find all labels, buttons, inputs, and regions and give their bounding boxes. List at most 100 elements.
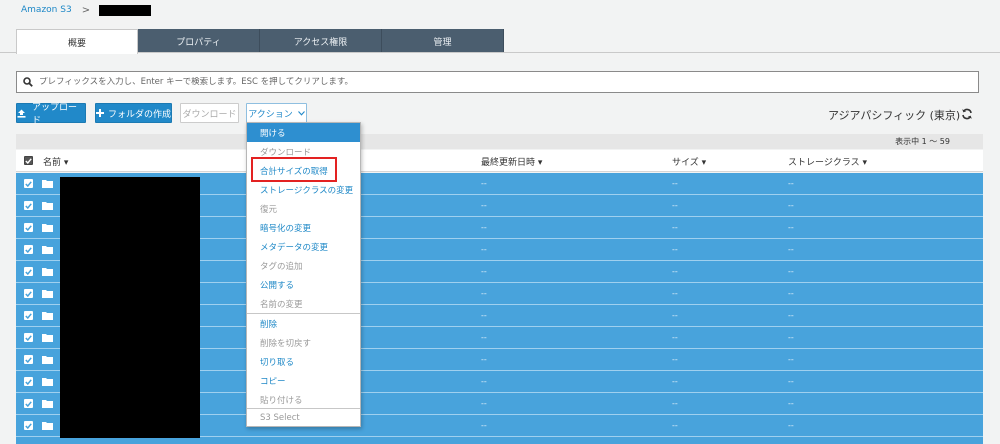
storage-class-cell: -- [788,223,794,232]
storage-class-cell: -- [788,267,794,276]
tab-underline [0,52,1000,53]
last-modified-cell: -- [481,399,487,408]
menu-item-make-public[interactable]: 公開する [247,275,360,294]
last-modified-cell: -- [481,201,487,210]
breadcrumb-bucket-redacted [99,4,152,16]
column-header-storage-class[interactable]: ストレージクラス ▾ [788,155,867,168]
menu-item-add-tags[interactable]: タグの追加 [247,256,360,275]
column-header-name[interactable]: 名前 ▾ [43,155,68,168]
size-cell: -- [672,421,678,430]
size-cell: -- [672,289,678,298]
column-header-size-label: サイズ [672,158,699,168]
last-modified-cell: -- [481,179,487,188]
create-folder-button-label: フォルダの作成 [108,109,172,120]
storage-class-cell: -- [788,245,794,254]
row-checkbox[interactable] [24,289,33,298]
row-checkbox[interactable] [24,421,33,430]
folder-icon [42,201,53,210]
download-button[interactable]: ダウンロード [180,103,239,123]
row-checkbox[interactable] [24,245,33,254]
select-all-checkbox[interactable] [24,156,33,165]
storage-class-cell: -- [788,289,794,298]
sort-caret-icon: ▾ [698,158,707,168]
column-header-name-label: 名前 [43,158,62,168]
size-cell: -- [672,311,678,320]
folder-icon [42,245,53,254]
chevron-down-icon [297,110,305,116]
row-checkbox[interactable] [24,399,33,408]
item-count-bar: 表示中 1 〜 59 [16,134,983,149]
storage-class-cell: -- [788,179,794,188]
storage-class-cell: -- [788,377,794,386]
row-checkbox[interactable] [24,201,33,210]
folder-icon [42,421,53,430]
folder-icon [42,377,53,386]
search-input[interactable] [39,77,939,87]
menu-item-cut[interactable]: 切り取る [247,352,360,371]
plus-icon [96,109,104,117]
row-checkbox[interactable] [24,333,33,342]
last-modified-cell: -- [481,333,487,342]
size-cell: -- [672,245,678,254]
sort-caret-icon: ▾ [859,158,868,168]
menu-item-rename[interactable]: 名前の変更 [247,294,360,313]
breadcrumb-separator: > [81,4,91,16]
last-modified-cell: -- [481,355,487,364]
row-checkbox[interactable] [24,223,33,232]
row-checkbox[interactable] [24,377,33,386]
column-header-last-modified-label: 最終更新日時 [481,158,536,168]
size-cell: -- [672,355,678,364]
menu-item-copy[interactable]: コピー [247,371,360,390]
upload-icon [17,109,26,118]
menu-item-open[interactable]: 開ける [247,123,360,142]
item-count-text: 表示中 1 〜 59 [895,137,950,146]
actions-button[interactable]: アクション [246,103,307,123]
last-modified-cell: -- [481,267,487,276]
upload-button-label: アップロード [32,103,78,126]
menu-item-change-metadata[interactable]: メタデータの変更 [247,237,360,256]
storage-class-cell: -- [788,399,794,408]
actions-button-label: アクション [248,109,293,120]
refresh-icon[interactable] [961,108,973,120]
column-header-size[interactable]: サイズ ▾ [672,155,706,168]
sort-caret-icon: ▾ [535,158,543,168]
redacted-names-block [60,177,200,438]
tab-permissions[interactable]: アクセス権限 [260,29,382,53]
folder-icon [42,267,53,276]
search-box[interactable] [16,71,979,93]
folder-icon [42,333,53,342]
size-cell: -- [672,267,678,276]
menu-item-restore[interactable]: 復元 [247,199,360,218]
last-modified-cell: -- [481,377,487,386]
last-modified-cell: -- [481,223,487,232]
table-header: 名前 ▾ 最終更新日時 ▾ サイズ ▾ ストレージクラス ▾ [16,150,983,172]
menu-item-undo-delete[interactable]: 削除を切戻す [247,333,360,352]
upload-button[interactable]: アップロード [16,103,86,126]
create-folder-button[interactable]: フォルダの作成 [95,103,172,123]
breadcrumb: Amazon S3 > [21,3,152,17]
row-checkbox[interactable] [24,267,33,276]
breadcrumb-root-link[interactable]: Amazon S3 [21,5,72,15]
menu-item-paste[interactable]: 貼り付ける [247,390,360,409]
storage-class-cell: -- [788,201,794,210]
last-modified-cell: -- [481,421,487,430]
menu-item-delete[interactable]: 削除 [247,314,360,333]
tab-management[interactable]: 管理 [382,29,504,53]
last-modified-cell: -- [481,289,487,298]
size-cell: -- [672,201,678,210]
menu-item-change-encryption[interactable]: 暗号化の変更 [247,218,360,237]
menu-item-s3-select[interactable]: S3 Select [247,408,360,427]
sort-caret-icon: ▾ [61,158,69,168]
search-icon [17,72,39,92]
folder-icon [42,179,53,188]
row-checkbox[interactable] [24,179,33,188]
tab-properties[interactable]: プロパティ [138,29,260,53]
storage-class-cell: -- [788,421,794,430]
menu-item-change-storage-class[interactable]: ストレージクラスの変更 [247,180,360,199]
row-checkbox[interactable] [24,355,33,364]
tab-bar: 概要 プロパティ アクセス権限 管理 [16,29,504,54]
column-header-last-modified[interactable]: 最終更新日時 ▾ [481,155,542,168]
row-checkbox[interactable] [24,311,33,320]
tab-overview[interactable]: 概要 [16,29,138,54]
folder-icon [42,355,53,364]
